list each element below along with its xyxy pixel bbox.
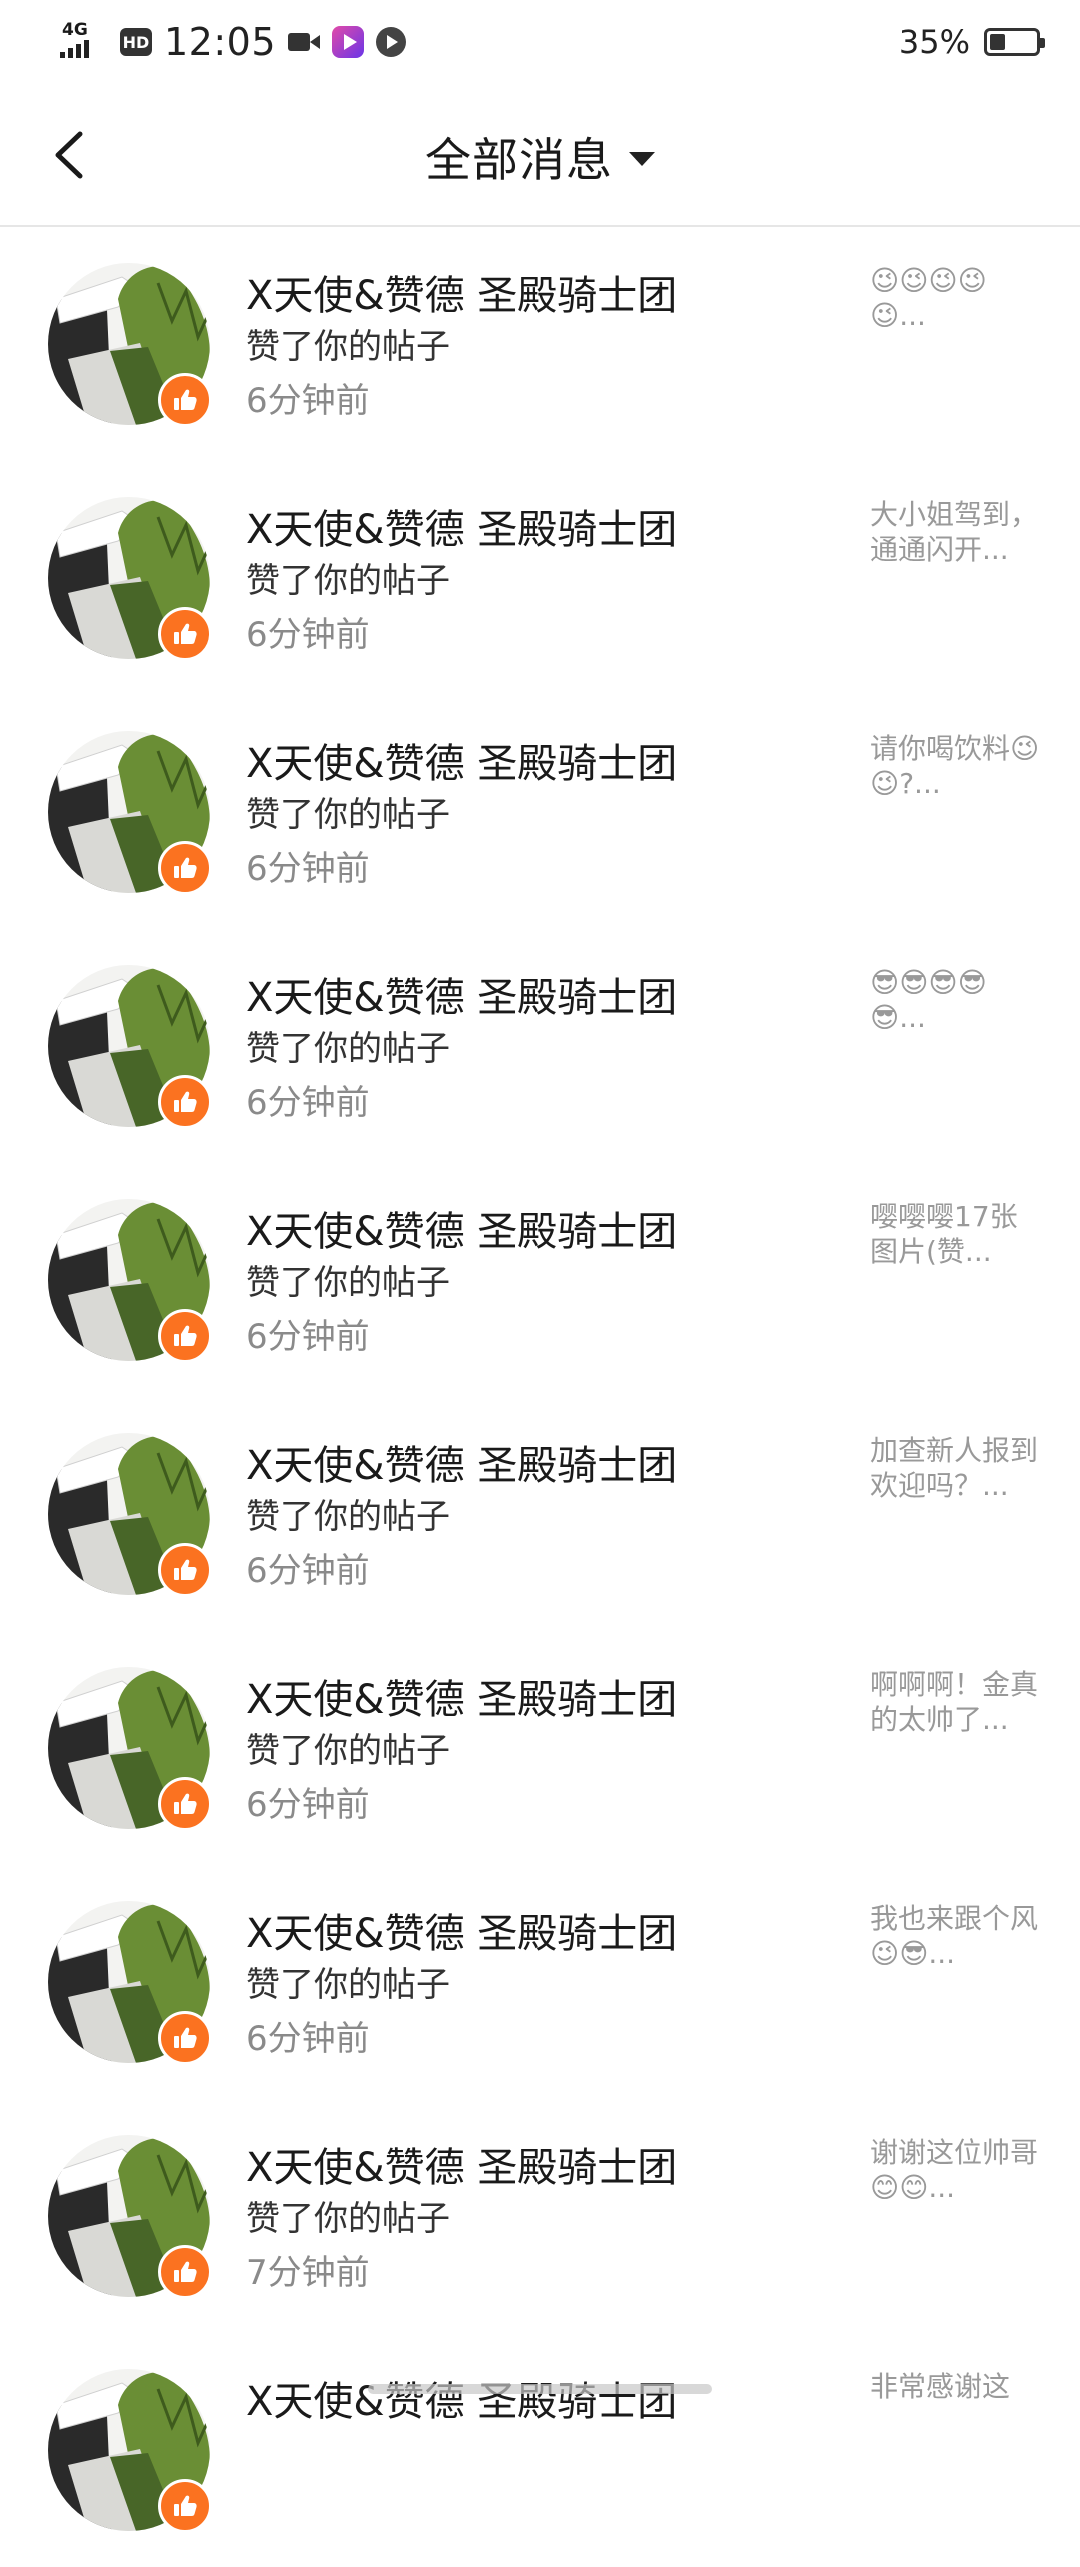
post-preview[interactable]: 啊啊啊！金真的太帅了... <box>870 1667 1040 1737</box>
post-preview[interactable]: 大小姐驾到，通通闪开... <box>870 497 1040 567</box>
like-badge <box>158 1543 212 1597</box>
sender-name[interactable]: X天使&赞德 圣殿骑士团 <box>246 965 677 1023</box>
message-item[interactable]: X天使&赞德 圣殿骑士团 赞了你的帖子 6分钟前 😉😉😉😉😉... <box>0 227 1080 461</box>
sender-name[interactable]: X天使&赞德 圣殿骑士团 <box>246 1433 677 1491</box>
message-action: 赞了你的帖子 <box>246 1029 450 1069</box>
post-preview[interactable]: 😎😎😎😎😎... <box>870 965 1040 1035</box>
gesture-bar[interactable] <box>368 2384 712 2394</box>
message-action: 赞了你的帖子 <box>246 1263 450 1303</box>
message-time: 6分钟前 <box>246 2019 370 2059</box>
thumbs-up-icon <box>174 857 197 878</box>
message-item[interactable]: X天使&赞德 圣殿骑士团 赞了你的帖子 7分钟前 谢谢这位帅哥😊😊... <box>0 2099 1080 2333</box>
sender-name[interactable]: X天使&赞德 圣殿骑士团 <box>246 497 677 555</box>
battery-fill <box>990 34 1005 50</box>
message-item[interactable]: X天使&赞德 圣殿骑士团 赞了你的帖子 6分钟前 嘤嘤嘤17张图片(赞... <box>0 1163 1080 1397</box>
thumbs-up-icon <box>174 1793 197 1814</box>
message-time: 6分钟前 <box>246 849 370 889</box>
message-action: 赞了你的帖子 <box>246 1965 450 2005</box>
message-time: 6分钟前 <box>246 1083 370 1123</box>
message-action: 赞了你的帖子 <box>246 327 450 367</box>
thumbs-up-icon <box>174 1325 197 1346</box>
like-badge <box>158 841 212 895</box>
message-time: 7分钟前 <box>246 2253 370 2293</box>
sender-name[interactable]: X天使&赞德 圣殿骑士团 <box>246 1199 677 1257</box>
page-title: 全部消息 <box>425 133 613 187</box>
thumbs-up-icon <box>174 2027 197 2048</box>
clock: 12:05 <box>164 20 277 64</box>
signal-icon: 4G <box>60 22 108 62</box>
sender-name[interactable]: X天使&赞德 圣殿骑士团 <box>246 1667 677 1725</box>
like-badge <box>158 1309 212 1363</box>
message-action: 赞了你的帖子 <box>246 561 450 601</box>
like-badge <box>158 607 212 661</box>
message-item[interactable]: X天使&赞德 圣殿骑士团 赞了你的帖子 6分钟前 😎😎😎😎😎... <box>0 929 1080 1163</box>
message-action: 赞了你的帖子 <box>246 795 450 835</box>
sender-name[interactable]: X天使&赞德 圣殿骑士团 <box>246 731 677 789</box>
sender-name[interactable]: X天使&赞德 圣殿骑士团 <box>246 2135 677 2193</box>
message-item[interactable]: X天使&赞德 圣殿骑士团 非常感谢这 <box>0 2333 1080 2567</box>
battery-percent: 35% <box>898 23 970 61</box>
thumbs-up-icon <box>174 2261 197 2282</box>
message-item[interactable]: X天使&赞德 圣殿骑士团 赞了你的帖子 6分钟前 请你喝饮料😉😉?... <box>0 695 1080 929</box>
message-time: 6分钟前 <box>246 1551 370 1591</box>
message-list[interactable]: X天使&赞德 圣殿骑士团 赞了你的帖子 6分钟前 😉😉😉😉😉... X天使&赞德… <box>0 227 1080 2567</box>
status-bar-right: 35% <box>898 18 1045 66</box>
message-action: 赞了你的帖子 <box>246 1731 450 1771</box>
thumbs-up-icon <box>174 1559 197 1580</box>
thumbs-up-icon <box>174 389 197 410</box>
status-bar: 4G HD 12:05 35% <box>0 0 1080 84</box>
message-action: 赞了你的帖子 <box>246 1497 450 1537</box>
like-badge <box>158 1075 212 1129</box>
header-bar: 全部消息 <box>0 84 1080 227</box>
post-preview[interactable]: 非常感谢这 <box>870 2369 1040 2404</box>
thumbs-up-icon <box>174 1091 197 1112</box>
thumbs-up-icon <box>174 2495 197 2516</box>
sender-name[interactable]: X天使&赞德 圣殿骑士团 <box>246 1901 677 1959</box>
like-badge <box>158 2479 212 2533</box>
sender-name[interactable]: X天使&赞德 圣殿骑士团 <box>246 263 677 321</box>
message-item[interactable]: X天使&赞德 圣殿骑士团 赞了你的帖子 6分钟前 加查新人报到欢迎吗？... <box>0 1397 1080 1631</box>
network-label: 4G <box>62 20 88 40</box>
message-action: 赞了你的帖子 <box>246 2199 450 2239</box>
post-preview[interactable]: 😉😉😉😉😉... <box>870 263 1040 333</box>
app-icon <box>332 26 365 58</box>
like-badge <box>158 2011 212 2065</box>
caret-down-icon <box>629 152 655 166</box>
battery-icon <box>984 28 1045 56</box>
like-badge <box>158 2245 212 2299</box>
post-preview[interactable]: 请你喝饮料😉😉?... <box>870 731 1040 801</box>
sender-name[interactable]: X天使&赞德 圣殿骑士团 <box>246 2369 677 2427</box>
message-filter-dropdown[interactable]: 全部消息 <box>0 124 1080 190</box>
message-item[interactable]: X天使&赞德 圣殿骑士团 赞了你的帖子 6分钟前 大小姐驾到，通通闪开... <box>0 461 1080 695</box>
thumbs-up-icon <box>174 623 197 644</box>
video-camera-icon <box>288 31 321 53</box>
message-time: 6分钟前 <box>246 381 370 421</box>
like-badge <box>158 373 212 427</box>
message-time: 6分钟前 <box>246 615 370 655</box>
message-item[interactable]: X天使&赞德 圣殿骑士团 赞了你的帖子 6分钟前 我也来跟个风😉😎... <box>0 1865 1080 2099</box>
post-preview[interactable]: 我也来跟个风😉😎... <box>870 1901 1040 1971</box>
status-bar-left: 4G HD 12:05 <box>60 16 407 68</box>
post-preview[interactable]: 嘤嘤嘤17张图片(赞... <box>870 1199 1040 1269</box>
like-badge <box>158 1777 212 1831</box>
hd-icon: HD <box>120 28 152 56</box>
message-time: 6分钟前 <box>246 1317 370 1357</box>
message-time: 6分钟前 <box>246 1785 370 1825</box>
post-preview[interactable]: 加查新人报到欢迎吗？... <box>870 1433 1040 1503</box>
post-preview[interactable]: 谢谢这位帅哥😊😊... <box>870 2135 1040 2205</box>
play-icon <box>376 27 407 57</box>
message-item[interactable]: X天使&赞德 圣殿骑士团 赞了你的帖子 6分钟前 啊啊啊！金真的太帅了... <box>0 1631 1080 1865</box>
